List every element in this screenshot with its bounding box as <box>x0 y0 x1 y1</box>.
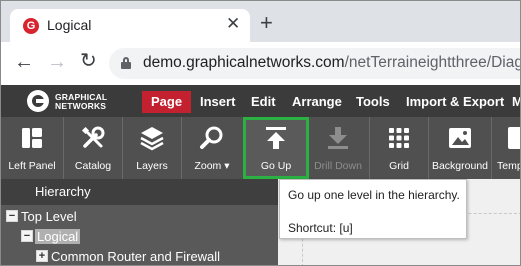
left-panel-icon <box>22 128 42 148</box>
tooltip-text: Go up one level in the hierarchy. <box>288 188 460 202</box>
url-field[interactable]: demo.graphicalnetworks.com/netTerraineig… <box>109 48 521 79</box>
url-path: /netTerraineightthree/Diagram/ <box>344 54 521 71</box>
grid-label: Grid <box>389 160 409 172</box>
left-panel-button[interactable]: Left Panel <box>1 117 63 179</box>
catalog-button[interactable]: Catalog <box>64 117 122 179</box>
browser-window: G Logical ✕ + ← → ↻ demo.graphicalnetwor… <box>0 0 521 266</box>
close-tab-icon[interactable]: ✕ <box>226 15 240 33</box>
arrow-up-to-line-icon <box>266 127 286 149</box>
zoom-label: Zoom ▾ <box>182 160 242 172</box>
url-text: demo.graphicalnetworks.com/netTerraineig… <box>143 54 521 72</box>
tooltip-shortcut: Shortcut: [u] <box>288 221 353 235</box>
new-tab-icon[interactable]: + <box>260 12 273 34</box>
reload-icon[interactable]: ↻ <box>80 51 97 71</box>
zoom-button[interactable]: Zoom ▾ <box>182 117 242 179</box>
menu-import-export[interactable]: Import & Export <box>406 91 504 113</box>
browser-tab[interactable]: G Logical ✕ <box>10 9 250 42</box>
url-host: demo.graphicalnetworks.com <box>143 54 345 71</box>
drill-down-button[interactable]: Drill Down <box>309 117 367 179</box>
template-icon <box>508 127 520 149</box>
menu-tools[interactable]: Tools <box>356 91 390 113</box>
tab-strip: G Logical ✕ + <box>1 1 520 42</box>
left-panel-label: Left Panel <box>8 160 56 172</box>
address-bar-row: ← → ↻ demo.graphicalnetworks.com/netTerr… <box>1 42 521 85</box>
grid-button[interactable]: Grid <box>370 117 428 179</box>
hierarchy-tree: − Top Level − Logical + Common Router an… <box>1 205 278 265</box>
tools-icon <box>81 126 105 148</box>
expand-icon[interactable]: + <box>36 250 48 262</box>
menu-insert[interactable]: Insert <box>200 91 235 113</box>
tree-node-label: Top Level <box>21 209 77 224</box>
template-button[interactable]: Temp <box>492 117 521 179</box>
menu-arrange[interactable]: Arrange <box>292 91 342 113</box>
template-label: Temp <box>497 160 521 172</box>
grid-icon <box>389 128 409 148</box>
logo-text: GRAPHICAL NETWORKS <box>55 93 107 111</box>
layers-icon <box>140 127 164 151</box>
zoom-label-text: Zoom <box>194 160 222 172</box>
lock-icon <box>121 57 131 69</box>
collapse-icon[interactable]: − <box>21 230 33 242</box>
collapse-icon[interactable]: − <box>6 210 18 222</box>
image-icon <box>449 128 471 148</box>
logo-icon <box>27 90 49 112</box>
go-up-tooltip: Go up one level in the hierarchy. Shortc… <box>279 179 467 239</box>
menu-more[interactable]: M <box>512 91 520 113</box>
hierarchy-title: Hierarchy <box>35 184 91 199</box>
tree-node-label: Common Router and Firewall <box>51 249 221 264</box>
logo-line-2: NETWORKS <box>55 101 107 111</box>
background-button[interactable]: Background <box>429 117 491 179</box>
drill-down-label: Drill Down <box>314 160 362 172</box>
favicon-icon: G <box>23 18 39 34</box>
magnifier-icon <box>200 126 223 149</box>
chevron-down-icon: ▾ <box>224 160 230 172</box>
go-up-button[interactable]: Go Up <box>243 117 309 179</box>
arrow-down-to-line-icon <box>328 127 348 149</box>
tree-node-label: Logical <box>35 229 81 244</box>
back-arrow-icon[interactable]: ← <box>14 52 34 72</box>
tab-title: Logical <box>47 17 92 33</box>
ribbon-toolbar: Left Panel Catalog Layers Zoom ▾ Go Up D… <box>1 117 521 179</box>
hierarchy-header: Hierarchy <box>1 179 278 205</box>
menu-page[interactable]: Page <box>142 91 192 113</box>
go-up-label: Go Up <box>260 160 292 172</box>
app-header: GRAPHICAL NETWORKS Page Insert Edit Arra… <box>1 85 520 117</box>
menu-edit[interactable]: Edit <box>251 91 276 113</box>
forward-arrow-icon[interactable]: → <box>47 52 67 72</box>
catalog-label: Catalog <box>74 160 112 172</box>
layers-button[interactable]: Layers <box>123 117 181 179</box>
layers-label: Layers <box>136 160 168 172</box>
background-label: Background <box>431 160 489 172</box>
